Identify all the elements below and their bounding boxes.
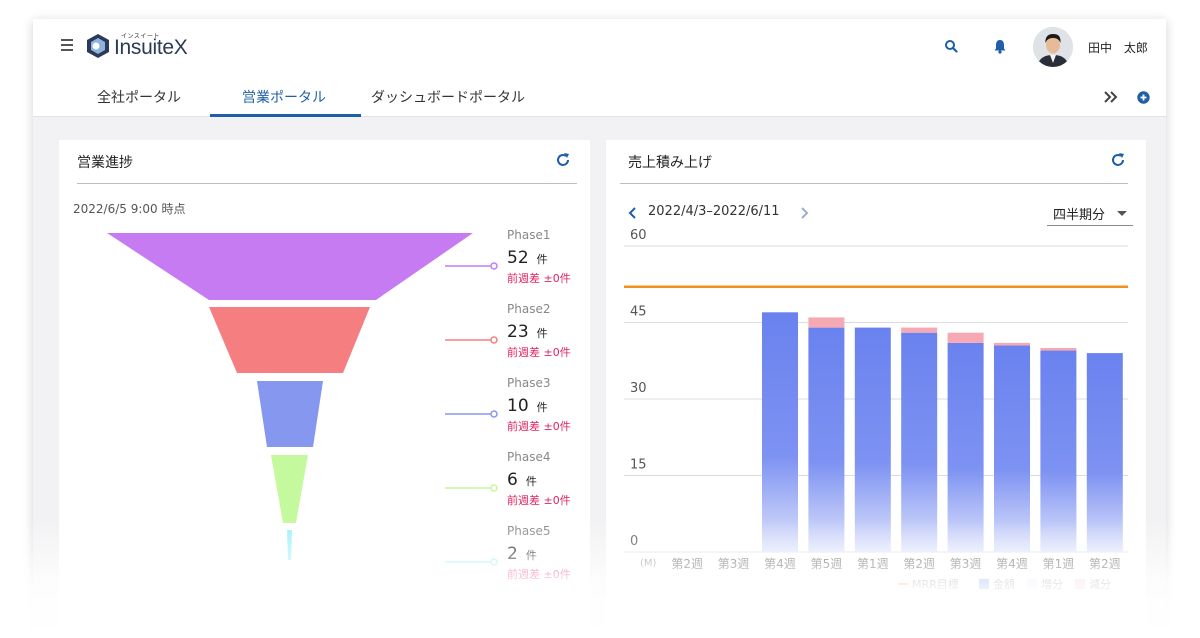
bar-増分-5 xyxy=(901,327,938,333)
avatar[interactable] xyxy=(1033,27,1073,67)
bar-金額-7 xyxy=(994,345,1030,552)
sales-progress-card: 営業進捗 2022/6/5 9:00 時点 Phase1 52 件 前週差 ±0件… xyxy=(59,140,590,638)
tab-sales-portal[interactable]: 営業ポータル xyxy=(242,87,326,107)
phase-count: 2件 xyxy=(507,544,537,564)
phase-name: Phase4 xyxy=(507,450,551,464)
plus-circle-icon[interactable] xyxy=(1137,91,1150,104)
phase-count: 10 件 xyxy=(507,396,548,416)
logo-text[interactable]: InsuiteX xyxy=(114,36,188,60)
x-tick-label: 第3週 xyxy=(718,557,750,571)
connector-5 xyxy=(445,558,498,566)
hamburger-icon[interactable] xyxy=(61,39,73,51)
bar-金額-2 xyxy=(762,312,798,552)
connector-1 xyxy=(445,262,498,270)
phase-1[interactable]: Phase1 52 件 前週差 ±0件 xyxy=(507,228,587,286)
phase-4[interactable]: Phase4 6件 前週差 ±0件 xyxy=(507,450,587,508)
phase-count: 52 件 xyxy=(507,248,548,268)
phase-3[interactable]: Phase3 10 件 前週差 ±0件 xyxy=(507,376,587,434)
x-tick-label: 第1週 xyxy=(857,557,889,571)
tab-dashboard-portal[interactable]: ダッシュボードポータル xyxy=(371,87,525,107)
phase-name: Phase1 xyxy=(507,228,551,242)
bar-金額-8 xyxy=(1040,350,1077,552)
x-tick-label: 第2週 xyxy=(1089,557,1121,571)
funnel-stage-1 xyxy=(107,233,473,300)
bar-金額-6 xyxy=(947,342,984,552)
x-tick-label: 第5週 xyxy=(811,557,843,571)
active-tab-indicator xyxy=(210,114,361,117)
bar-増分-8 xyxy=(1040,348,1077,351)
x-tick-label: 第3週 xyxy=(950,557,982,571)
x-tick-label: 第1週 xyxy=(1043,557,1075,571)
search-icon[interactable] xyxy=(944,39,958,53)
legend-label: MRR目標 xyxy=(912,577,959,591)
phase-name: Phase3 xyxy=(507,376,551,390)
y-tick-label: 0 xyxy=(630,534,638,549)
sales-stack-chart: 015304560(M) 第2週 第3週 第4週 第5週 第1週 第2週 第3週 第4週 第1週第… xyxy=(624,228,1128,591)
connector-3 xyxy=(445,410,498,418)
legend-label: 増分 xyxy=(1041,578,1063,591)
phase-name: Phase5 xyxy=(507,524,551,538)
legend-swatch xyxy=(979,579,989,589)
funnel-stage-5 xyxy=(287,530,292,560)
phase-count: 6件 xyxy=(507,470,537,490)
phase-diff: 前週差 ±0件 xyxy=(507,346,571,359)
y-unit-label: (M) xyxy=(640,558,657,569)
bar-金額-3 xyxy=(808,327,845,552)
funnel-stage-3 xyxy=(257,381,323,447)
legend-swatch xyxy=(1075,579,1085,589)
y-tick-label: 60 xyxy=(630,228,647,243)
x-tick-label: 第4週 xyxy=(996,557,1028,571)
sales-stack-card: 売上積み上げ 2022/4/3–2022/6/11 四半期分 0 15 30 45 60… xyxy=(606,140,1146,638)
x-tick-label: 第2週 xyxy=(903,557,935,571)
y-tick-label: 15 xyxy=(630,458,647,473)
y-tick-label: 45 xyxy=(630,305,647,320)
bar-増分-7 xyxy=(994,342,1030,346)
bar-増分-6 xyxy=(947,332,984,343)
funnel-stage-4 xyxy=(271,455,308,523)
y-tick-label: 30 xyxy=(630,381,647,396)
logo-icon xyxy=(87,34,109,58)
phase-5[interactable]: Phase5 2件 前週差 ±0件 xyxy=(507,524,587,582)
user-name[interactable]: 田中 太郎 xyxy=(1088,39,1148,56)
phase-count: 23 件 xyxy=(507,322,548,342)
portal-tabs: 全社ポータル 営業ポータル ダッシュボードポータル xyxy=(33,77,1166,117)
tab-company-portal[interactable]: 全社ポータル xyxy=(97,87,181,107)
funnel-stage-2 xyxy=(209,307,370,373)
x-tick-label: 第4週 xyxy=(764,557,796,571)
phase-diff: 前週差 ±0件 xyxy=(507,420,571,433)
x-tick-label: 第2週 xyxy=(671,557,703,571)
phase-diff: 前週差 ±0件 xyxy=(507,568,571,581)
bar-金額-5 xyxy=(901,332,938,552)
double-chevron-right-icon[interactable] xyxy=(1103,90,1119,104)
header: インスイート InsuiteX 田中 太郎 全社ポータル 営業ポータル ダッシュ… xyxy=(33,19,1166,117)
bar-増分-3 xyxy=(808,317,845,328)
legend-label: 金額 xyxy=(993,577,1015,591)
phase-2[interactable]: Phase2 23 件 前週差 ±0件 xyxy=(507,302,587,360)
bar-金額-9 xyxy=(1086,353,1123,552)
bell-icon[interactable] xyxy=(993,39,1007,54)
legend-swatch xyxy=(1027,579,1037,589)
legend-label: 減分 xyxy=(1089,577,1111,591)
connector-2 xyxy=(445,336,498,344)
phase-name: Phase2 xyxy=(507,302,551,316)
phase-diff: 前週差 ±0件 xyxy=(507,272,571,285)
connector-4 xyxy=(445,484,498,492)
phase-diff: 前週差 ±0件 xyxy=(507,494,571,507)
app-window: インスイート InsuiteX 田中 太郎 全社ポータル 営業ポータル ダッシュ… xyxy=(33,19,1166,638)
bar-金額-4 xyxy=(854,327,891,552)
